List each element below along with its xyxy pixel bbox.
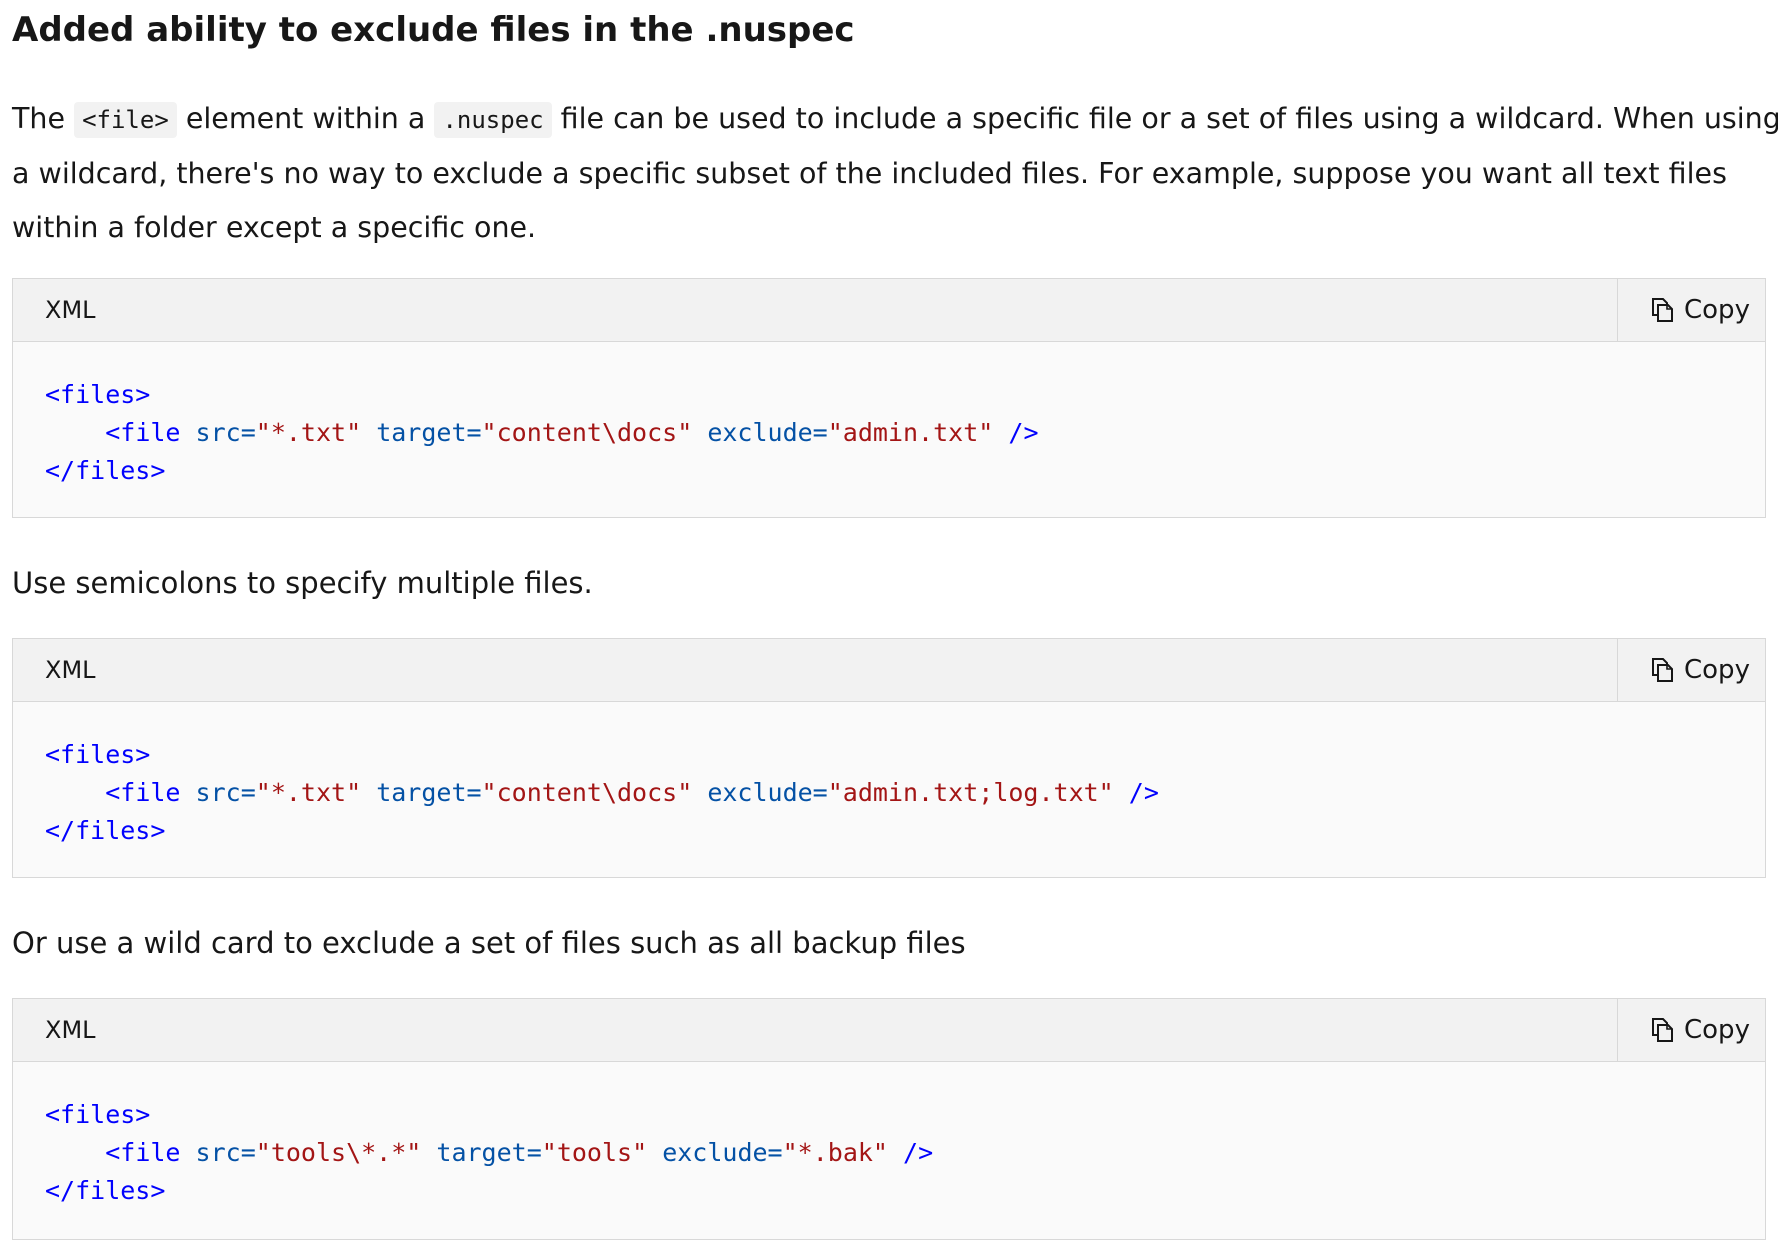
wildcard-paragraph: Or use a wild card to exclude a set of f… [12,926,966,960]
code-token: src= [195,778,256,807]
intro-line-1: The <file> element within a .nuspec file… [12,92,1778,147]
code-token: "admin.txt;log.txt" [827,778,1114,807]
code-token: "content\docs" [481,418,693,447]
code-block-1: XML Copy <files> <file src="*.txt" targe… [12,278,1766,518]
code-token: target= [376,418,482,447]
code-token: exclude= [707,778,828,807]
intro-text-3: file can be used to include a specific f… [551,102,1778,135]
code-block-header: XML Copy [13,639,1765,702]
code-token: "tools\*.*" [255,1138,422,1167]
copy-icon [1652,298,1673,322]
code-token: /> [1128,778,1159,807]
code-token: src= [195,418,256,447]
section-heading: Added ability to exclude files in the .n… [12,10,855,50]
code-token: "admin.txt" [827,418,994,447]
semicolons-paragraph: Use semicolons to specify multiple files… [12,566,593,600]
code-language-label: XML [45,656,96,684]
code-token: /> [903,1138,934,1167]
copy-label: Copy [1684,1015,1750,1045]
code-token: src= [195,1138,256,1167]
intro-paragraph: The <file> element within a .nuspec file… [12,92,1778,255]
code-block-2: XML Copy <files> <file src="*.txt" targe… [12,638,1766,878]
code-token: <file [105,418,181,447]
code-token: </files> [45,816,166,845]
copy-label: Copy [1684,295,1750,325]
code-token: "content\docs" [481,778,693,807]
article-section: Added ability to exclude files in the .n… [0,0,1778,1256]
code-token: <files> [45,740,151,769]
intro-line-3: within a folder except a specific one. [12,211,537,244]
code-token: /> [1008,418,1039,447]
code-block-3: XML Copy <files> <file src="tools\*.*" t… [12,998,1766,1240]
code-token: <file [105,778,181,807]
copy-button[interactable]: Copy [1617,999,1765,1061]
code-content: <files> <file src="*.txt" target="conten… [13,702,1765,850]
code-language-label: XML [45,1016,96,1044]
intro-text-1: The [12,102,75,135]
copy-icon [1652,658,1673,682]
code-token: exclude= [662,1138,783,1167]
code-content: <files> <file src="tools\*.*" target="to… [13,1062,1765,1210]
code-token: </files> [45,1176,166,1205]
copy-icon [1652,1018,1673,1042]
code-token: </files> [45,456,166,485]
code-token: target= [436,1138,542,1167]
copy-button[interactable]: Copy [1617,279,1765,341]
code-token: "tools" [541,1138,648,1167]
code-language-label: XML [45,296,96,324]
code-block-header: XML Copy [13,279,1765,342]
code-content: <files> <file src="*.txt" target="conten… [13,342,1765,490]
code-token: <file [105,1138,181,1167]
code-token: <files> [45,380,151,409]
copy-label: Copy [1684,655,1750,685]
code-token: target= [376,778,482,807]
inline-code-file: <file> [74,102,177,138]
code-token: "*.bak" [782,1138,888,1167]
code-token: "*.txt" [255,778,362,807]
code-token: "*.txt" [255,418,362,447]
code-token: <files> [45,1100,151,1129]
code-token: exclude= [707,418,828,447]
inline-code-nuspec: .nuspec [434,102,552,138]
intro-line-2: a wildcard, there's no way to exclude a … [12,157,1727,190]
intro-text-2: element within a [176,102,435,135]
code-block-header: XML Copy [13,999,1765,1062]
copy-button[interactable]: Copy [1617,639,1765,701]
